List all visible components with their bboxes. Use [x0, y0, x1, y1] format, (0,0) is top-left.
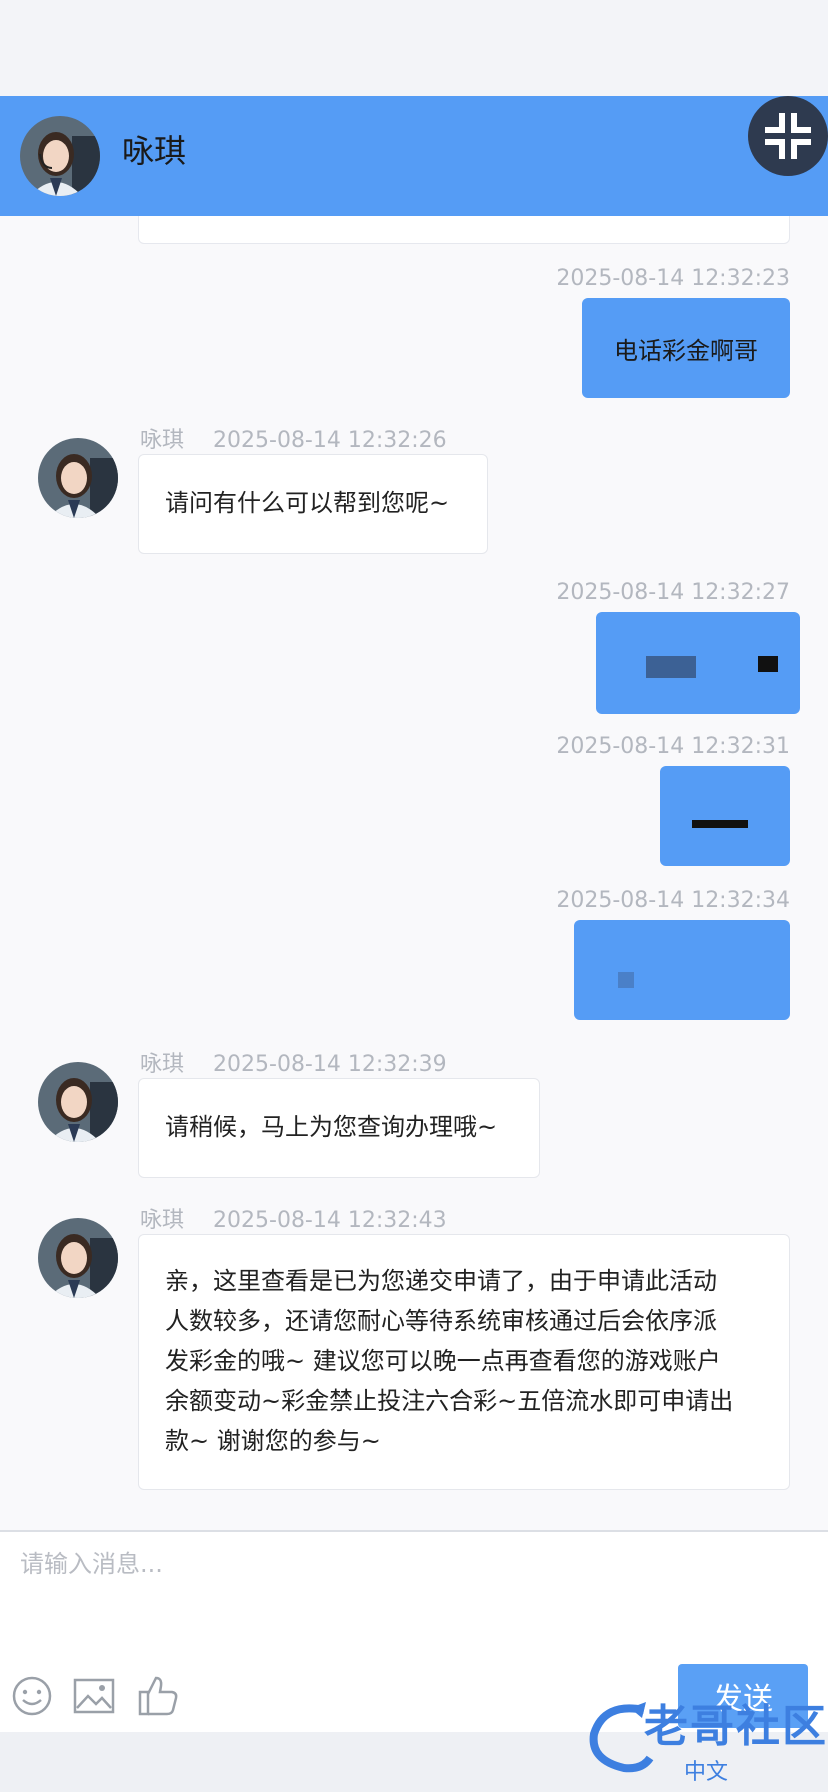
- emoji-icon: [12, 1676, 52, 1716]
- message-text-line: 人数较多，还请您耐心等待系统审核通过后会依序派: [165, 1307, 717, 1335]
- collapse-button[interactable]: [748, 96, 828, 176]
- message-bubble-outgoing-redacted: [596, 612, 800, 714]
- agent-avatar: [38, 438, 118, 518]
- message-timestamp: 2025-08-14 12:32:39: [213, 1052, 447, 1077]
- sender-name: 咏琪: [140, 428, 185, 453]
- message-text: 请问有什么可以帮到您呢~: [165, 489, 450, 517]
- message-list[interactable]: 2025-08-14 12:32:23 电话彩金啊哥 咏琪 2025-08-14…: [0, 216, 828, 1530]
- watermark-text: 老哥社区: [644, 1701, 828, 1752]
- message-meta: 咏琪 2025-08-14 12:32:39: [140, 1046, 447, 1078]
- message-timestamp: 2025-08-14 12:32:26: [213, 428, 447, 453]
- message-text: 电话彩金啊哥: [614, 336, 758, 365]
- message-bubble-outgoing-redacted: [574, 920, 790, 1020]
- collapse-icon: [765, 113, 811, 159]
- message-timestamp: 2025-08-14 12:32:27: [556, 580, 790, 605]
- like-button[interactable]: [136, 1674, 180, 1718]
- agent-avatar: [38, 1218, 118, 1298]
- sender-name: 咏琪: [140, 1208, 185, 1233]
- chat-header: 咏琪: [0, 96, 828, 216]
- image-icon: [73, 1678, 115, 1714]
- message-text-line: 亲，这里查看是已为您递交申请了，由于申请此活动: [165, 1267, 717, 1295]
- message-meta: 咏琪 2025-08-14 12:32:26: [140, 422, 447, 454]
- sender-name: 咏琪: [140, 1052, 185, 1077]
- message-bubble-outgoing: 电话彩金啊哥: [582, 298, 790, 398]
- chat-title: 咏琪: [122, 132, 187, 170]
- status-area: [0, 0, 828, 96]
- message-input[interactable]: [20, 1544, 800, 1664]
- watermark-logo: 老哥社区 中文: [584, 1690, 826, 1786]
- message-bubble-incoming: 请稍候，马上为您查询办理哦~: [138, 1078, 540, 1178]
- message-bubble-incoming: 亲，这里查看是已为您递交申请了，由于申请此活动 人数较多，还请您耐心等待系统审核…: [138, 1234, 790, 1490]
- emoji-button[interactable]: [10, 1674, 54, 1718]
- image-button[interactable]: [72, 1674, 116, 1718]
- message-bubble-previous: [138, 216, 790, 244]
- message-text-line: 余额变动~彩金禁止投注六合彩~五倍流水即可申请出: [165, 1387, 734, 1415]
- message-meta: 咏琪 2025-08-14 12:32:43: [140, 1202, 447, 1234]
- watermark-sub: 中文: [684, 1760, 729, 1785]
- message-timestamp: 2025-08-14 12:32:43: [213, 1208, 447, 1233]
- message-timestamp: 2025-08-14 12:32:23: [556, 266, 790, 291]
- message-text-line: 款~ 谢谢您的参与~: [165, 1427, 381, 1455]
- agent-avatar: [20, 116, 100, 196]
- message-timestamp: 2025-08-14 12:32:31: [556, 734, 790, 759]
- thumbs-up-icon: [138, 1676, 178, 1716]
- message-bubble-incoming: 请问有什么可以帮到您呢~: [138, 454, 488, 554]
- message-text-line: 发彩金的哦~ 建议您可以晚一点再查看您的游戏账户: [165, 1347, 721, 1375]
- agent-avatar: [38, 1062, 118, 1142]
- message-timestamp: 2025-08-14 12:32:34: [556, 888, 790, 913]
- message-text: 请稍候，马上为您查询办理哦~: [165, 1113, 498, 1141]
- message-bubble-outgoing-redacted: [660, 766, 790, 866]
